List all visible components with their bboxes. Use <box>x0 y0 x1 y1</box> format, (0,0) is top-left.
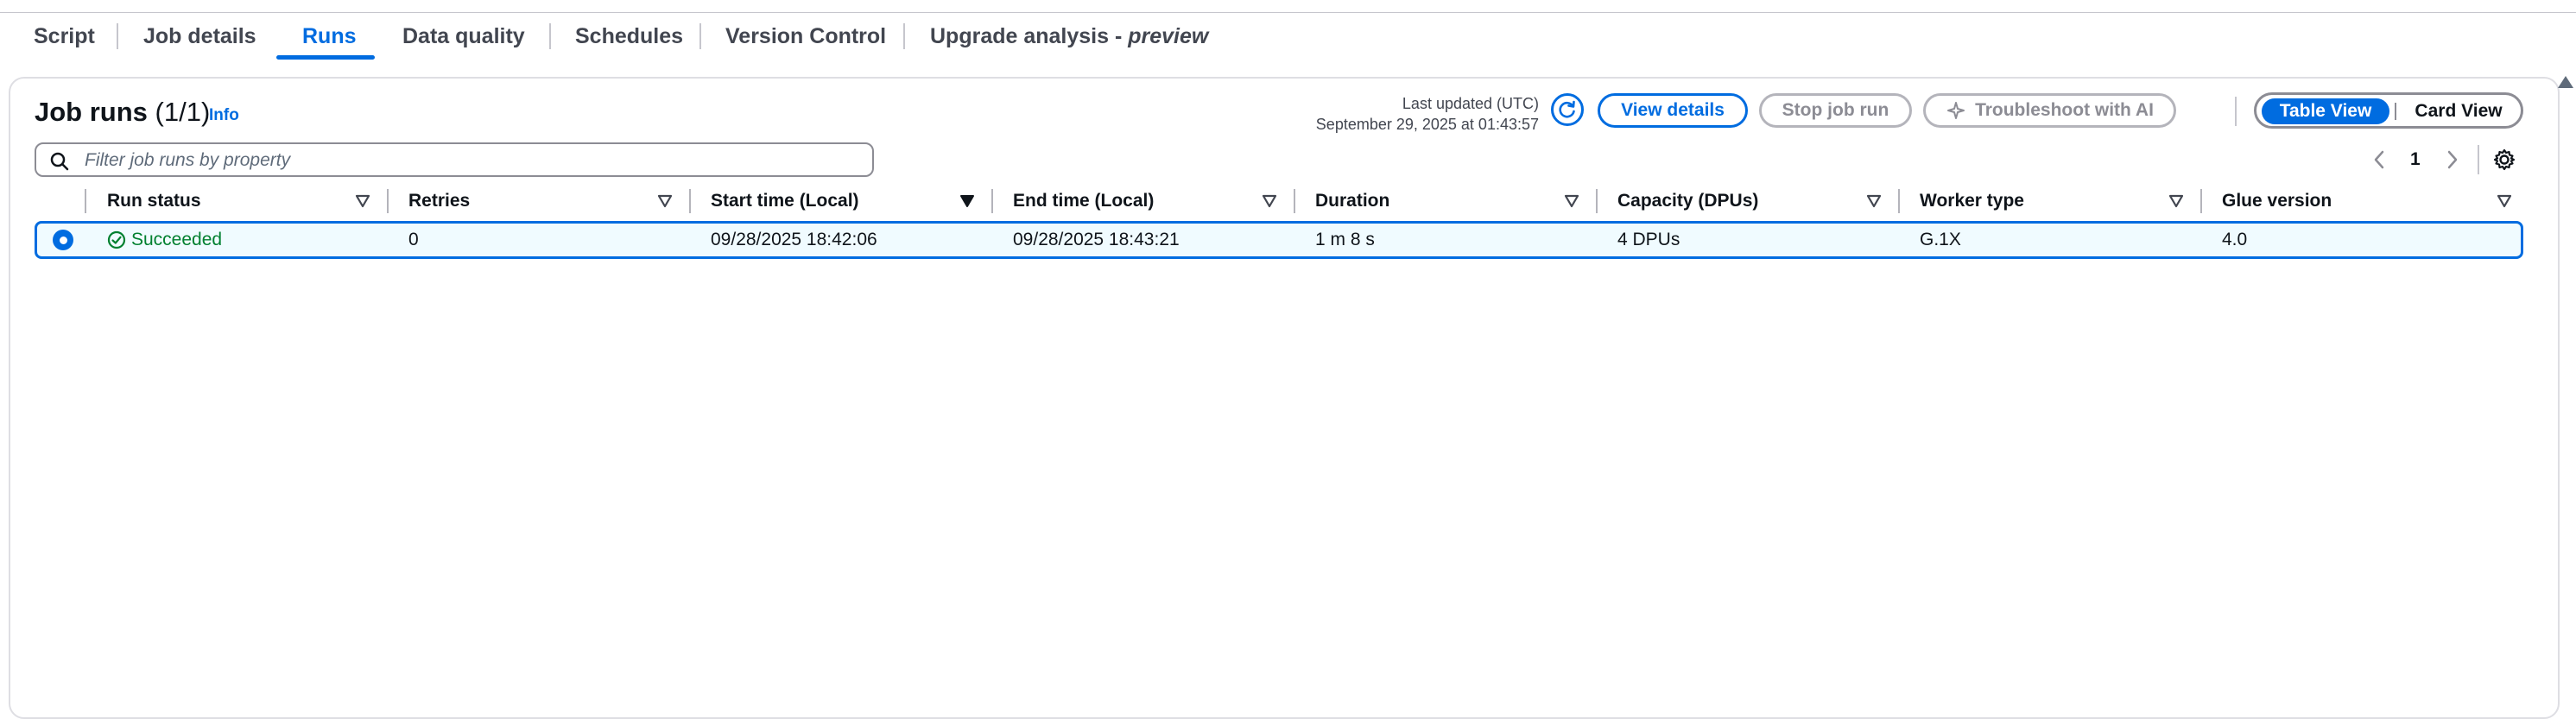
column-header-capacity[interactable]: Capacity (DPUs) <box>1617 188 1758 214</box>
tab-upgrade-analysis-label: Upgrade analysis - <box>930 23 1129 48</box>
sort-down-icon[interactable] <box>1262 194 1277 208</box>
column-separator <box>2200 189 2202 213</box>
cell-glue-version: 4.0 <box>2222 230 2248 249</box>
info-link[interactable]: Info <box>209 106 239 125</box>
tab-schedules[interactable]: Schedules <box>575 13 683 60</box>
last-updated-value: September 29, 2025 at 01:43:57 <box>1315 116 1539 133</box>
last-updated-label: Last updated (UTC) <box>1402 95 1539 112</box>
cell-run-status: Succeeded <box>107 228 222 252</box>
column-header-duration[interactable]: Duration <box>1315 188 1389 214</box>
column-header-end-time[interactable]: End time (Local) <box>1013 188 1154 214</box>
cell-capacity: 4 DPUs <box>1617 230 1680 249</box>
toggle-divider <box>2395 103 2396 120</box>
refresh-button[interactable] <box>1551 93 1584 126</box>
tab-runs[interactable]: Runs <box>302 13 357 60</box>
chevron-left-icon[interactable] <box>2371 148 2387 171</box>
tab-separator <box>549 23 551 49</box>
column-separator <box>1898 189 1900 213</box>
tab-preview-suffix: preview <box>1128 23 1209 48</box>
current-page-number[interactable]: 1 <box>2410 149 2421 170</box>
cell-start-time: 09/28/2025 18:42:06 <box>711 230 877 249</box>
row-select-radio[interactable] <box>53 230 73 250</box>
table-view-option[interactable]: Table View <box>2262 98 2389 124</box>
run-status-text: Succeeded <box>131 230 223 249</box>
toolbar-separator <box>2235 97 2237 126</box>
page-title: Job runs (1/1) <box>35 97 210 128</box>
sort-down-icon[interactable] <box>657 194 673 208</box>
active-tab-indicator <box>276 55 375 60</box>
pagination-separator <box>2478 145 2479 174</box>
column-separator <box>689 189 691 213</box>
troubleshoot-with-ai-button[interactable]: Troubleshoot with AI <box>1923 93 2176 128</box>
cell-end-time: 09/28/2025 18:43:21 <box>1013 230 1180 249</box>
column-separator <box>85 189 86 213</box>
column-header-worker-type[interactable]: Worker type <box>1920 188 2024 214</box>
tab-data-quality[interactable]: Data quality <box>402 13 525 60</box>
sort-down-icon[interactable] <box>2497 194 2512 208</box>
tab-separator <box>117 23 118 49</box>
sort-down-icon[interactable] <box>959 194 975 208</box>
title-text: Job runs <box>35 97 148 127</box>
last-updated: Last updated (UTC) September 29, 2025 at… <box>1316 93 1539 135</box>
cell-worker-type: G.1X <box>1920 230 1961 249</box>
view-toggle: Table View Card View <box>2254 92 2523 129</box>
sort-down-icon[interactable] <box>1564 194 1579 208</box>
settings-gear-icon[interactable] <box>2493 148 2516 171</box>
filter-job-runs-input[interactable] <box>83 148 864 173</box>
sort-down-icon[interactable] <box>355 194 370 208</box>
troubleshoot-label: Troubleshoot with AI <box>1975 100 2154 120</box>
refresh-icon <box>1559 100 1575 118</box>
cell-retries: 0 <box>408 230 419 249</box>
pagination: 1 <box>2410 145 2421 174</box>
tab-job-details[interactable]: Job details <box>143 13 256 60</box>
card-view-option[interactable]: Card View <box>2400 98 2517 124</box>
column-separator <box>1596 189 1598 213</box>
tab-script[interactable]: Script <box>34 13 95 60</box>
column-separator <box>991 189 993 213</box>
success-check-icon <box>107 230 126 249</box>
sort-down-icon[interactable] <box>1866 194 1882 208</box>
tab-upgrade-analysis[interactable]: Upgrade analysis - preview <box>930 13 1208 60</box>
column-header-retries[interactable]: Retries <box>408 188 470 214</box>
column-separator <box>387 189 389 213</box>
column-header-glue-version[interactable]: Glue version <box>2222 188 2332 214</box>
cell-duration: 1 m 8 s <box>1315 230 1375 249</box>
radio-selected-icon <box>59 236 67 244</box>
view-details-button[interactable]: View details <box>1598 93 1748 128</box>
scroll-up-arrow-icon[interactable] <box>2558 76 2573 88</box>
column-header-run-status[interactable]: Run status <box>107 188 201 214</box>
tab-bar: Script Job details Runs Data quality Sch… <box>0 13 2576 60</box>
tab-separator <box>903 23 905 49</box>
stop-job-run-button[interactable]: Stop job run <box>1759 93 1912 128</box>
search-icon <box>50 152 69 171</box>
chevron-right-icon[interactable] <box>2445 148 2460 171</box>
sort-down-icon[interactable] <box>2168 194 2184 208</box>
tab-version-control[interactable]: Version Control <box>725 13 886 60</box>
column-separator <box>1294 189 1295 213</box>
tab-separator <box>699 23 701 49</box>
column-header-start-time[interactable]: Start time (Local) <box>711 188 859 214</box>
sparkle-icon <box>1947 102 1965 119</box>
filter-search-box <box>35 142 874 177</box>
run-count: (1/1) <box>155 97 211 127</box>
